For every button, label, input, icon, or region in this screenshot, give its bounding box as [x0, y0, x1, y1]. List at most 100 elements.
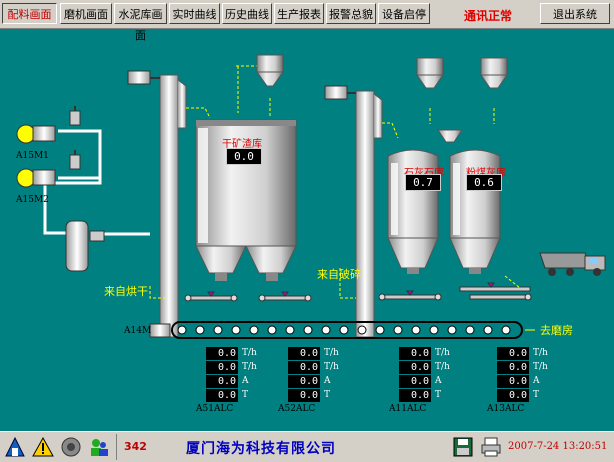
feed-line-truck — [504, 275, 521, 289]
conveyor-roller — [177, 325, 187, 335]
readout-unit: T/h — [533, 362, 548, 372]
conveyor-roller — [285, 325, 295, 335]
save-icon[interactable] — [452, 436, 474, 458]
conveyor-roller — [267, 325, 277, 335]
nav-button-production-report[interactable]: 生产报表 — [274, 3, 324, 24]
nav-button-cement-silo[interactable]: 水泥库画面 — [114, 3, 167, 42]
process-diagram: A15M1 A15M2 干矿渣库 0.0 石灰石库 0.7 粉煤灰库 0.6 来… — [0, 28, 614, 431]
readout-value: 0.0 — [288, 375, 320, 388]
warning-icon[interactable] — [32, 436, 54, 458]
readout-unit: A — [435, 376, 442, 386]
conveyor-roller — [195, 325, 205, 335]
conveyor-roller — [303, 325, 313, 335]
conveyor-roller — [339, 325, 349, 335]
label-conveyor-a14m: A14M — [124, 326, 152, 336]
communication-status: 通讯正常 — [464, 9, 513, 23]
readout-unit: T — [324, 390, 331, 400]
pump-label-a15m2: A15M2 — [16, 195, 49, 205]
pump-a15m1-icon — [16, 106, 81, 144]
water-pipes — [43, 129, 150, 236]
nav-button-realtime-curve[interactable]: 实时曲线 — [169, 3, 220, 24]
record-count: 342 — [124, 440, 147, 453]
feeder-a51 — [184, 291, 238, 302]
readout-value: 0.0 — [288, 361, 320, 374]
readout-value: 0.0 — [288, 389, 320, 402]
readout-unit: T/h — [533, 348, 548, 358]
pump-label-a15m1: A15M1 — [16, 151, 49, 161]
readout-value: 0.0 — [399, 389, 431, 402]
conveyor-roller — [429, 325, 439, 335]
readout-unit: T — [242, 390, 249, 400]
feeder-group-label: A51ALC — [196, 404, 234, 414]
nav-button-mill[interactable]: 磨机画面 — [60, 3, 112, 24]
feeder-a13 — [459, 282, 532, 301]
feeder-group-label: A11ALC — [389, 404, 427, 414]
top-nav-bar: 配料画面 磨机画面 水泥库画面 实时曲线 历史曲线 生产报表 报警总貌 设备启停… — [0, 0, 614, 42]
readout-value: 0.0 — [206, 347, 238, 360]
nav-button-history-curve[interactable]: 历史曲线 — [222, 3, 272, 24]
label-to-mill: 去磨房 — [540, 324, 573, 337]
readout-unit: T/h — [435, 348, 450, 358]
hopper-top-left — [256, 54, 284, 87]
readout-unit: T/h — [435, 362, 450, 372]
conveyor-roller — [321, 325, 331, 335]
feeder-a52 — [258, 291, 312, 302]
hopper-top-limestone — [416, 57, 444, 89]
conveyor-roller — [465, 325, 475, 335]
conveyor-roller — [483, 325, 493, 335]
conveyor-roller — [393, 325, 403, 335]
readout-value: 0.0 — [497, 361, 529, 374]
conveyor-roller — [249, 325, 259, 335]
status-bar: 342 厦门海为科技有限公司 2007-7-24 13:20:51 — [0, 431, 614, 462]
readout-value: 0.0 — [497, 389, 529, 402]
readout-value: 0.0 — [206, 375, 238, 388]
conveyor-roller — [411, 325, 421, 335]
readout-value: 0.0 — [288, 347, 320, 360]
readout-unit: A — [324, 376, 331, 386]
conveyor-roller — [213, 325, 223, 335]
dump-truck-icon — [539, 252, 606, 276]
printer-icon[interactable] — [480, 436, 502, 458]
label-from-dryer: 来自烘干 — [104, 285, 148, 298]
main-conveyor-a14m — [149, 321, 535, 339]
tank-level-slag: 0.0 — [226, 148, 262, 165]
readout-unit: T/h — [324, 362, 339, 372]
readout-value: 0.0 — [399, 347, 431, 360]
conveyor-roller — [357, 325, 367, 335]
nav-button-equipment-start-stop[interactable]: 设备启停 — [378, 3, 430, 24]
nav-button-alarm-overview[interactable]: 报警总貌 — [326, 3, 376, 24]
readout-unit: T — [435, 390, 442, 400]
label-from-crusher: 来自破碎 — [317, 268, 361, 281]
speaker-icon[interactable] — [60, 436, 82, 458]
readout-unit: T/h — [242, 362, 257, 372]
readout-value: 0.0 — [399, 361, 431, 374]
conveyor-roller — [501, 325, 511, 335]
readout-unit: T/h — [242, 348, 257, 358]
feeder-group-label: A13ALC — [487, 404, 525, 414]
hopper-top-flyash — [480, 57, 508, 89]
readout-unit: T — [533, 390, 540, 400]
readout-value: 0.0 — [206, 361, 238, 374]
nav-button-batching[interactable]: 配料画面 — [2, 3, 57, 24]
readout-unit: A — [533, 376, 540, 386]
readout-value: 0.0 — [497, 375, 529, 388]
readout-value: 0.0 — [206, 389, 238, 402]
tank-level-limestone: 0.7 — [405, 174, 441, 191]
readout-value: 0.0 — [399, 375, 431, 388]
conveyor-roller — [447, 325, 457, 335]
readout-value: 0.0 — [497, 347, 529, 360]
feeder-a11 — [378, 290, 442, 301]
datetime-display: 2007-7-24 13:20:51 — [508, 441, 608, 452]
readout-unit: A — [242, 376, 249, 386]
feeder-group-label: A52ALC — [278, 404, 316, 414]
diverter-chute — [437, 129, 463, 143]
company-name: 厦门海为科技有限公司 — [186, 441, 336, 457]
users-icon[interactable] — [88, 436, 110, 458]
readout-unit: T/h — [324, 348, 339, 358]
water-filter-tank-icon — [65, 220, 105, 272]
home-icon[interactable] — [4, 436, 26, 458]
bucket-elevator-right — [324, 85, 383, 338]
conveyor-roller — [375, 325, 385, 335]
tank-level-flyash: 0.6 — [466, 174, 502, 191]
exit-system-button[interactable]: 退出系统 — [540, 3, 610, 24]
